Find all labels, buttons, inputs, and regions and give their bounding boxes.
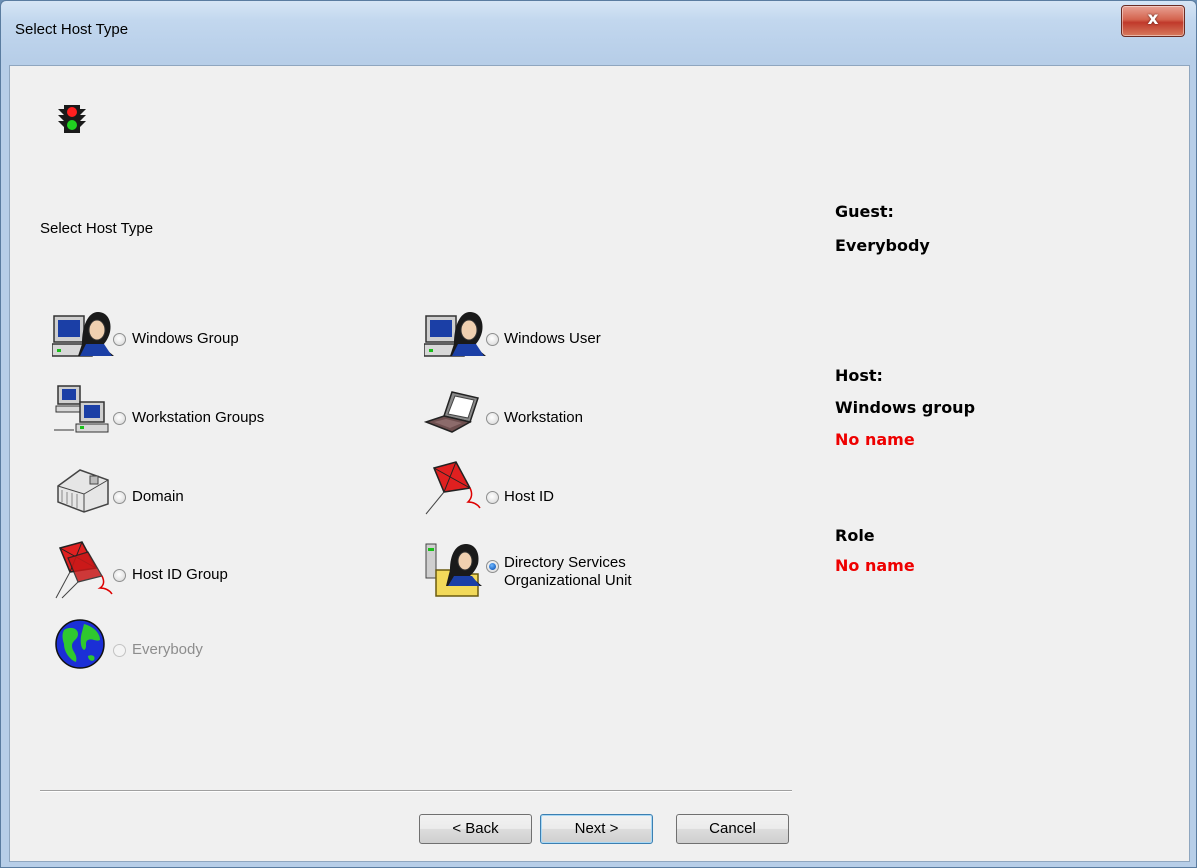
option-label-directory-services-line1: Directory Services [504,554,626,571]
window-title: Select Host Type [15,21,129,38]
radio-workstation-groups[interactable] [113,412,126,425]
back-button[interactable]: < Back [419,814,532,844]
computer-user-icon [424,312,486,357]
radio-windows-group[interactable] [113,333,126,346]
directory-folder-user-icon [425,543,482,597]
host-label: Host: [835,366,883,385]
computer-user-icon [52,312,114,357]
option-label-workstation: Workstation [504,409,583,426]
role-name: No name [835,556,915,575]
dialog-window: Select Host Type x Select Host Type Wind… [0,0,1197,868]
host-value: Windows group [835,398,976,417]
option-label-windows-group: Windows Group [132,330,239,347]
button-separator [40,790,792,792]
radio-workstation[interactable] [486,412,499,425]
close-button[interactable]: x [1121,5,1185,37]
radio-host-id[interactable] [486,491,499,504]
networked-computers-icon [54,385,109,433]
role-label: Role [835,526,875,545]
radio-domain[interactable] [113,491,126,504]
laptop-icon [424,391,479,433]
option-label-directory-services-line2: Organizational Unit [504,572,632,589]
option-label-everybody: Everybody [132,641,203,658]
option-label-workstation-groups: Workstation Groups [132,409,265,426]
radio-everybody[interactable] [113,644,126,657]
section-header: Select Host Type [40,220,154,237]
globe-icon [55,619,105,669]
option-label-domain: Domain [132,488,184,505]
option-label-host-id: Host ID [504,488,555,505]
close-icon: x [1147,9,1159,29]
next-button[interactable]: Next > [540,814,653,844]
title-bar[interactable]: Select Host Type x [1,1,1196,65]
radio-windows-user[interactable] [486,333,499,346]
traffic-light-icon [58,105,86,133]
guest-value: Everybody [835,236,930,255]
radio-directory-services-ou[interactable] [486,560,499,573]
option-label-windows-user: Windows User [504,330,601,347]
kite-icon [425,461,481,515]
option-label-host-id-group: Host ID Group [132,566,228,583]
cancel-button[interactable]: Cancel [676,814,789,844]
radio-host-id-group[interactable] [113,569,126,582]
guest-label: Guest: [835,202,894,221]
building-icon [57,469,109,513]
kite-icon [55,541,113,599]
host-name: No name [835,430,915,449]
dialog-client-area: Select Host Type Windows Group Windows U… [9,65,1190,862]
